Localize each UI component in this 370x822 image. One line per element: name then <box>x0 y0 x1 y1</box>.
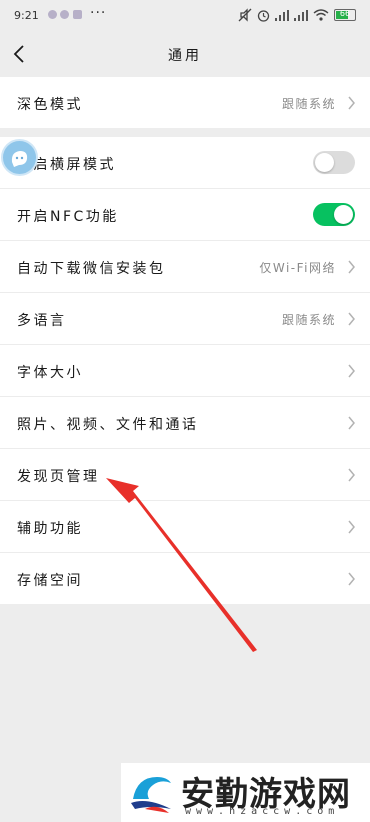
setting-nfc[interactable]: 开启NFC功能 <box>0 189 370 241</box>
landscape-mode-toggle[interactable] <box>313 151 355 174</box>
setting-label: 多语言 <box>17 313 67 329</box>
mute-icon <box>238 8 252 22</box>
more-notifications-icon: ··· <box>90 5 107 21</box>
watermark-logo-icon <box>131 777 171 813</box>
setting-auto-download[interactable]: 自动下载微信安装包 仅Wi-Fi网络 <box>0 241 370 293</box>
notification-icon <box>73 10 82 19</box>
alarm-icon <box>257 9 270 22</box>
setting-font-size[interactable]: 字体大小 <box>0 345 370 397</box>
assistant-bubble-icon[interactable] <box>1 139 38 176</box>
wifi-icon <box>313 9 329 21</box>
signal-icon <box>294 9 308 21</box>
nav-bar: 通用 <box>0 32 370 77</box>
setting-value: 仅Wi-Fi网络 <box>259 261 336 275</box>
setting-storage[interactable]: 存储空间 <box>0 553 370 604</box>
setting-landscape-mode[interactable]: 开启横屏模式 <box>0 137 370 189</box>
notification-icon <box>48 10 57 19</box>
chevron-right-icon <box>348 260 355 274</box>
status-icons: 66 <box>238 8 356 22</box>
setting-language[interactable]: 多语言 跟随系统 <box>0 293 370 345</box>
chevron-right-icon <box>348 364 355 378</box>
setting-label: 字体大小 <box>17 365 83 381</box>
setting-discover-management[interactable]: 发现页管理 <box>0 449 370 501</box>
setting-media-files-calls[interactable]: 照片、视频、文件和通话 <box>0 397 370 449</box>
setting-dark-mode[interactable]: 深色模式 跟随系统 <box>0 77 370 128</box>
setting-label: 存储空间 <box>17 573 83 589</box>
chevron-right-icon <box>348 96 355 110</box>
setting-value: 跟随系统 <box>281 313 336 327</box>
chevron-right-icon <box>348 468 355 482</box>
setting-label: 发现页管理 <box>17 469 100 485</box>
chevron-right-icon <box>348 416 355 430</box>
settings-group-general: 开启横屏模式 开启NFC功能 自动下载微信安装包 仅Wi-Fi网络 多语言 跟随… <box>0 137 370 604</box>
page-title: 通用 <box>168 48 202 64</box>
signal-icon <box>275 9 289 21</box>
bubble-face-icon <box>11 151 28 167</box>
chevron-right-icon <box>348 520 355 534</box>
nfc-toggle[interactable] <box>313 203 355 226</box>
notification-icon <box>60 10 69 19</box>
watermark-url: www.hzaccw.com <box>185 806 340 817</box>
setting-label: 自动下载微信安装包 <box>17 261 166 277</box>
chevron-right-icon <box>348 572 355 586</box>
setting-label: 辅助功能 <box>17 521 83 537</box>
status-time: 9:21 <box>14 9 39 22</box>
status-bar: 9:21 ··· 66 <box>0 0 370 32</box>
setting-accessibility[interactable]: 辅助功能 <box>0 501 370 553</box>
chevron-right-icon <box>348 312 355 326</box>
setting-label: 深色模式 <box>17 97 83 113</box>
battery-icon: 66 <box>334 9 356 21</box>
setting-label: 照片、视频、文件和通话 <box>17 417 199 433</box>
settings-group-display: 深色模式 跟随系统 <box>0 77 370 128</box>
setting-label: 开启NFC功能 <box>17 209 119 225</box>
site-watermark: 安勤游戏网 www.hzaccw.com <box>121 763 370 822</box>
setting-value: 跟随系统 <box>281 97 336 111</box>
